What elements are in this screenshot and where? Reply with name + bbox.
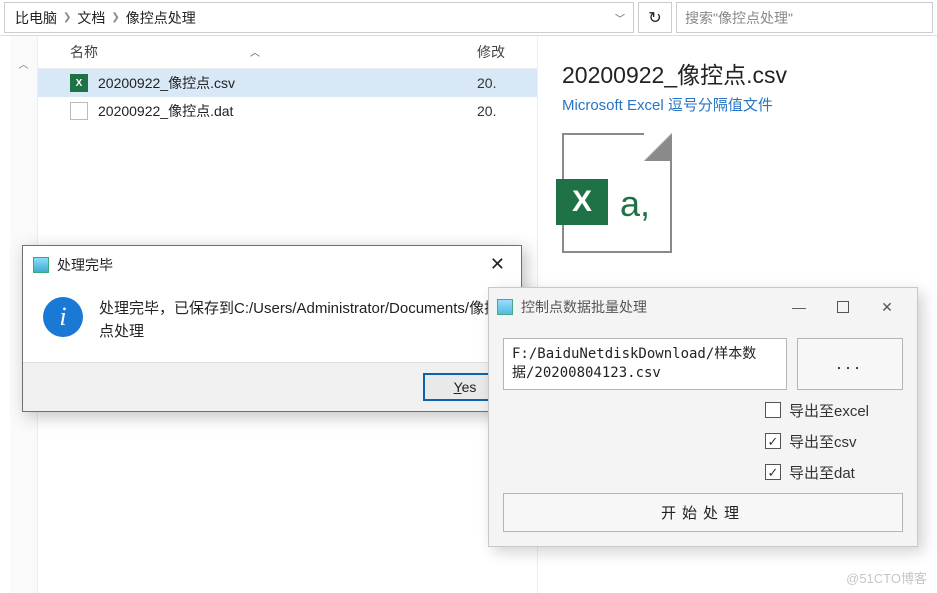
checkbox-icon: ✓ — [765, 464, 781, 480]
address-bar[interactable]: 比电脑 ❯ 文档 ❯ 像控点处理 ﹀ — [4, 2, 634, 33]
file-name: 20200922_像控点.dat — [98, 101, 467, 121]
app-icon — [497, 299, 513, 315]
breadcrumb-item[interactable]: 比电脑 — [11, 4, 61, 32]
refresh-button[interactable]: ↻ — [638, 2, 672, 33]
close-button[interactable]: ✕ — [865, 294, 909, 320]
maximize-button[interactable] — [821, 294, 865, 320]
checkbox-label: 导出至csv — [789, 431, 857, 452]
watermark: @51CTO博客 — [846, 568, 927, 587]
preview-title: 20200922_像控点.csv — [562, 56, 917, 90]
column-header-name[interactable]: 名称 ︿ — [70, 42, 477, 62]
search-placeholder: 搜索"像控点处理" — [685, 8, 793, 28]
breadcrumb-item[interactable]: 文档 — [73, 4, 109, 32]
file-modified: 20. — [477, 75, 517, 91]
checkbox-icon — [765, 402, 781, 418]
refresh-icon: ↻ — [648, 8, 661, 28]
info-icon: i — [43, 297, 83, 337]
sort-asc-icon: ︿ — [250, 44, 260, 59]
checkbox-label: 导出至excel — [789, 400, 869, 421]
chevron-right-icon: ❯ — [61, 12, 73, 23]
square-icon — [837, 301, 849, 313]
export-excel-checkbox[interactable]: 导出至excel — [765, 400, 903, 421]
minimize-button[interactable]: — — [777, 294, 821, 320]
batch-process-window: 控制点数据批量处理 — ✕ F:/BaiduNetdiskDownload/样本… — [488, 287, 918, 547]
breadcrumb-item[interactable]: 像控点处理 — [122, 4, 200, 32]
file-row[interactable]: X 20200922_像控点.csv 20. — [38, 69, 537, 97]
app-icon — [33, 257, 49, 273]
messagebox-title: 处理完毕 — [57, 255, 484, 275]
excel-x-glyph: X — [556, 179, 608, 225]
chevron-right-icon: ❯ — [109, 12, 121, 23]
chevron-up-icon[interactable]: ︿ — [19, 56, 29, 71]
file-row[interactable]: 20200922_像控点.dat 20. — [38, 97, 537, 125]
file-modified: 20. — [477, 103, 517, 119]
export-csv-checkbox[interactable]: ✓ 导出至csv — [765, 431, 903, 452]
preview-filetype: Microsoft Excel 逗号分隔值文件 — [562, 94, 917, 115]
csv-a-glyph: a, — [620, 183, 650, 225]
checkbox-icon: ✓ — [765, 433, 781, 449]
window-title: 控制点数据批量处理 — [521, 297, 777, 317]
search-input[interactable]: 搜索"像控点处理" — [676, 2, 933, 33]
messagebox-text: 处理完毕，已保存到C:/Users/Administrator/Document… — [99, 297, 501, 344]
browse-button[interactable]: ... — [797, 338, 903, 390]
column-header-modified[interactable]: 修改 — [477, 42, 517, 62]
export-dat-checkbox[interactable]: ✓ 导出至dat — [765, 462, 903, 483]
generic-file-icon — [70, 102, 88, 120]
start-process-button[interactable]: 开始处理 — [503, 493, 903, 532]
messagebox: 处理完毕 ✕ i 处理完毕，已保存到C:/Users/Administrator… — [22, 245, 522, 412]
chevron-down-icon[interactable]: ﹀ — [611, 6, 629, 29]
truncated-nav-fragment: ati J tc m J — [0, 36, 10, 593]
file-name: 20200922_像控点.csv — [98, 73, 467, 93]
close-button[interactable]: ✕ — [484, 254, 511, 275]
path-input[interactable]: F:/BaiduNetdiskDownload/样本数据/20200804123… — [503, 338, 787, 390]
csv-file-icon: X a, — [562, 133, 672, 253]
excel-csv-icon: X — [70, 74, 88, 92]
checkbox-label: 导出至dat — [789, 462, 855, 483]
